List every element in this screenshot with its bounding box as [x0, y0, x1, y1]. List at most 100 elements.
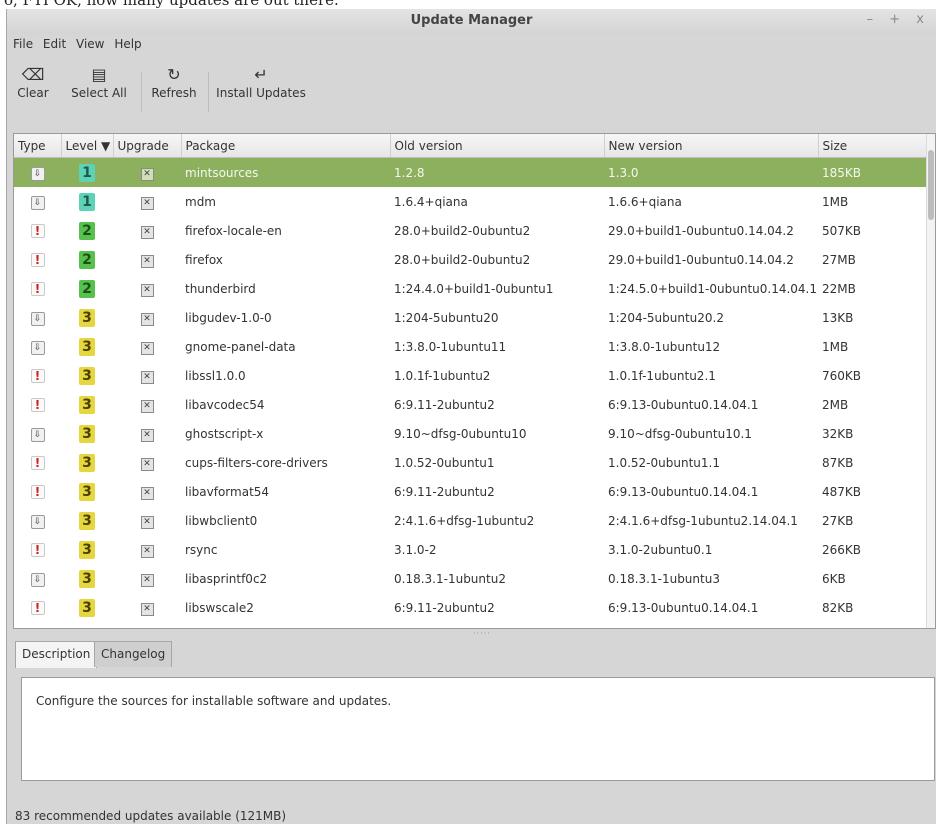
table-row[interactable]: ⇩ 3 ✕ gnome-panel-data 1:3.8.0-1ubuntu11 1:3.…: [14, 332, 932, 361]
table-row[interactable]: ⇩ 1 ✕ mdm 1.6.4+qiana 1.6.6+qiana 1MB: [14, 187, 932, 216]
menu-view[interactable]: View: [76, 37, 104, 51]
upgrade-cell: ✕: [113, 593, 181, 622]
package-name: libavformat54: [185, 484, 270, 499]
updates-list[interactable]: Type Level ▼ Upgrade Package Old version…: [13, 133, 936, 629]
level-badge: 1: [79, 192, 95, 211]
checkbox-icon[interactable]: ✕: [140, 312, 154, 326]
table-row[interactable]: ⇩ 3 ✕ ghostscript-x 9.10~dfsg-0ubuntu10 9.10~…: [14, 419, 932, 448]
type-cell: !: [14, 593, 61, 622]
table-row[interactable]: ⇩ 1 ✕ mintsources 1.2.8 1.3.0 185KB: [14, 157, 932, 187]
checkbox-icon[interactable]: ✕: [140, 544, 154, 558]
security-icon: !: [30, 397, 45, 412]
column-old-version[interactable]: Old version: [390, 134, 605, 158]
scrollbar-thumb[interactable]: [928, 150, 934, 220]
pane-resize-handle[interactable]: ·····: [473, 629, 491, 638]
column-type[interactable]: Type: [14, 134, 62, 158]
upgrade-cell: ✕: [113, 332, 181, 361]
updates-table: Type Level ▼ Upgrade Package Old version…: [14, 134, 933, 628]
size: 185KB: [818, 157, 932, 187]
maximize-button[interactable]: +: [889, 12, 906, 27]
new-version: 1:204-5ubuntu20.2: [608, 310, 725, 325]
new-version: 1.6.6+qiana: [608, 194, 682, 209]
table-row[interactable]: ! 3 ✕ libssl1.0.0 1.0.1f-1ubuntu2 1.0.1f-1ubu…: [14, 361, 932, 390]
checkbox-icon[interactable]: ✕: [140, 370, 154, 384]
table-body: ⇩ 1 ✕ mintsources 1.2.8 1.3.0 185KB ⇩ 1 ✕ mdm 1.6.4…: [14, 157, 932, 628]
old-version: 1.0.1f-1ubuntu2: [394, 368, 491, 383]
table-row[interactable]: ! 2 ✕ firefox-locale-en 28.0+build2-0ubuntu2…: [14, 216, 932, 245]
table-row[interactable]: ! 3 ✕ libavcodec54 6:9.11-2ubuntu2 6:9.13-0ub…: [14, 390, 932, 419]
old-version: 28.0+build2-0ubuntu2: [394, 223, 531, 238]
level-badge: 3: [79, 511, 95, 530]
tab-changelog[interactable]: Changelog: [94, 641, 173, 667]
upgrade-cell: ✕: [113, 448, 181, 477]
level-badge: 3: [79, 308, 95, 327]
menu-help[interactable]: Help: [114, 37, 141, 51]
table-row[interactable]: ⇩ 3 ✕ libasprintf0c2 0.18.3.1-1ubuntu2 0.18.3…: [14, 564, 932, 593]
menu-edit[interactable]: Edit: [43, 37, 66, 51]
checkbox-icon[interactable]: ✕: [140, 167, 154, 181]
refresh-button[interactable]: ↻ Refresh: [149, 64, 199, 100]
checkbox-icon[interactable]: ✕: [140, 486, 154, 500]
checkbox-icon[interactable]: ✕: [140, 399, 154, 413]
new-version: 29.0+build1-0ubuntu0.14.04.2: [608, 223, 794, 238]
table-row[interactable]: ! 2 ✕ thunderbird 1:24.4.0+build1-0ubuntu1 1:…: [14, 274, 932, 303]
checkbox-icon[interactable]: ✕: [140, 225, 154, 239]
level-cell: 3: [61, 303, 113, 332]
table-row[interactable]: ! 3 ✕ libswscale2 6:9.11-2ubuntu2 6:9.13-0ubu…: [14, 593, 932, 622]
type-cell: !: [14, 274, 61, 303]
toolbar-separator: [208, 72, 209, 112]
package-name: libswscale2: [185, 600, 254, 615]
new-version: 1:24.5.0+build1-0ubuntu0.14.04.1: [608, 281, 818, 296]
table-row[interactable]: ! 3 ✕ cups-filters-core-drivers 1.0.52-0ubun…: [14, 448, 932, 477]
upgrade-cell: ✕: [113, 274, 181, 303]
column-level[interactable]: Level ▼: [61, 134, 114, 158]
checkbox-icon[interactable]: ✕: [140, 196, 154, 210]
tab-description[interactable]: Description: [15, 641, 98, 668]
title-bar[interactable]: Update Manager – + x: [7, 9, 936, 34]
old-version: 6:9.11-2ubuntu2: [394, 484, 495, 499]
checkbox-icon[interactable]: ✕: [140, 515, 154, 529]
old-version: 3.1.0-2: [394, 542, 437, 557]
size: 507KB: [822, 223, 862, 238]
level-badge: 3: [79, 540, 95, 559]
column-upgrade[interactable]: Upgrade: [113, 134, 182, 158]
column-package[interactable]: Package: [181, 134, 391, 158]
toolbar: ⌫ Clear ▤ Select All ↻ Refresh ↵ Install…: [7, 64, 936, 119]
table-row[interactable]: ⇩ 3 ✕: [14, 622, 932, 628]
level-cell: 1: [61, 187, 113, 216]
table-row[interactable]: ! 3 ✕ rsync 3.1.0-2 3.1.0-2ubuntu0.1 266KB: [14, 535, 932, 564]
old-version: 2:4.1.6+dfsg-1ubuntu2: [394, 513, 535, 528]
old-version: 1:3.8.0-1ubuntu11: [394, 339, 507, 354]
upgrade-cell: ✕: [113, 419, 181, 448]
close-button[interactable]: x: [916, 12, 930, 27]
size: [818, 622, 932, 628]
checkbox-icon[interactable]: ✕: [140, 573, 154, 587]
table-row[interactable]: ! 3 ✕ libavformat54 6:9.11-2ubuntu2 6:9.13-0u…: [14, 477, 932, 506]
level-cell: 3: [61, 564, 113, 593]
upgrade-cell: ✕: [113, 477, 181, 506]
old-version: 1:24.4.0+build1-0ubuntu1: [394, 281, 554, 296]
new-version: 1.3.0: [604, 157, 818, 187]
clear-button[interactable]: ⌫ Clear: [13, 64, 53, 100]
checkbox-icon[interactable]: ✕: [140, 602, 154, 616]
size: 6KB: [822, 571, 846, 586]
checkbox-icon[interactable]: ✕: [140, 341, 154, 355]
table-row[interactable]: ! 2 ✕ firefox 28.0+build2-0ubuntu2 29.0+build…: [14, 245, 932, 274]
minimize-button[interactable]: –: [867, 12, 880, 27]
vertical-scrollbar[interactable]: [926, 134, 935, 628]
old-version: [390, 622, 604, 628]
checkbox-icon[interactable]: ✕: [140, 457, 154, 471]
table-row[interactable]: ⇩ 3 ✕ libwbclient0 2:4.1.6+dfsg-1ubuntu2 2:4.…: [14, 506, 932, 535]
column-size[interactable]: Size: [818, 134, 933, 158]
checkbox-icon[interactable]: ✕: [140, 283, 154, 297]
menu-file[interactable]: File: [13, 37, 33, 51]
size: 1MB: [822, 194, 849, 209]
column-new-version[interactable]: New version: [604, 134, 819, 158]
checkbox-icon[interactable]: ✕: [140, 254, 154, 268]
select-all-button[interactable]: ▤ Select All: [65, 64, 133, 100]
level-cell: 3: [61, 361, 113, 390]
size: 13KB: [822, 310, 854, 325]
checkbox-icon[interactable]: ✕: [140, 428, 154, 442]
table-row[interactable]: ⇩ 3 ✕ libgudev-1.0-0 1:204-5ubuntu20 1:204-5u…: [14, 303, 932, 332]
install-updates-button[interactable]: ↵ Install Updates: [216, 64, 306, 100]
